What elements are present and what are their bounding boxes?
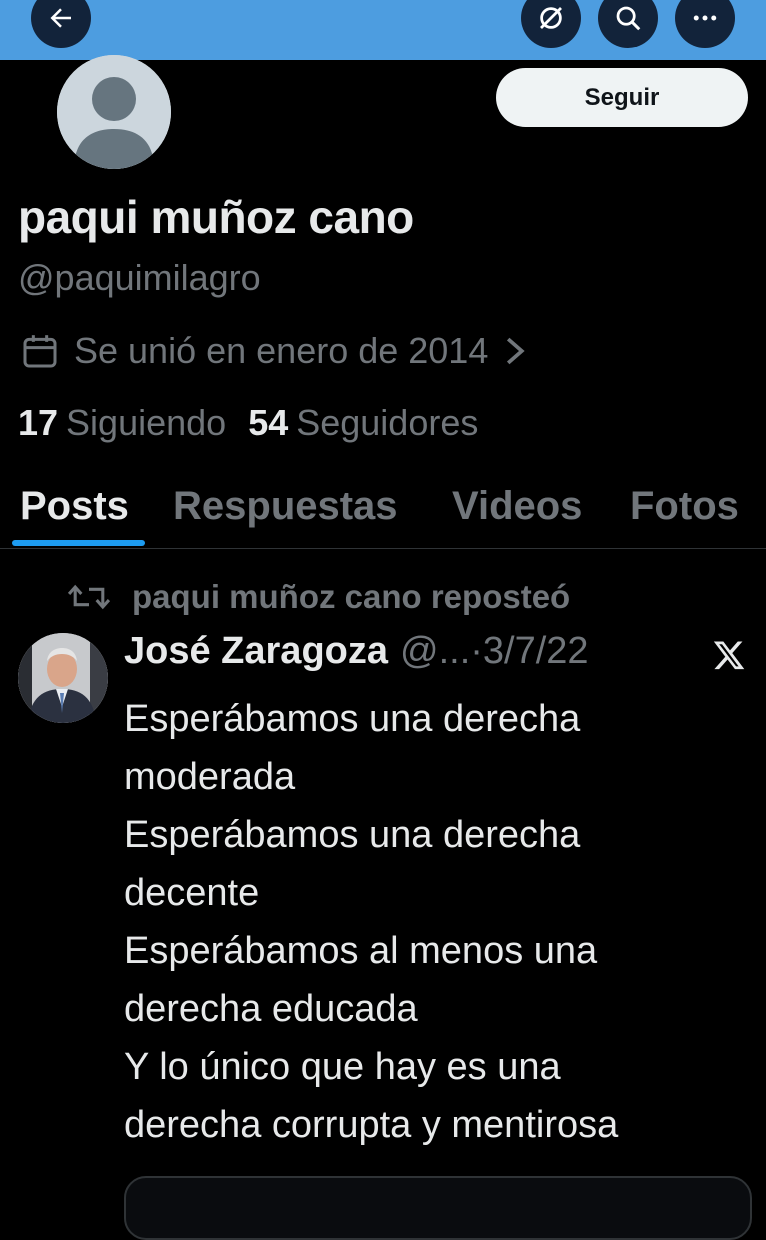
following-count: 17 bbox=[18, 402, 59, 443]
profile-handle: @paquimilagro bbox=[18, 257, 261, 298]
post-header: José Zaragoza @... ·3/7/22 bbox=[124, 630, 589, 673]
post-line: Esperábamos una derecha bbox=[124, 814, 581, 856]
tab-posts[interactable]: Posts bbox=[20, 484, 129, 529]
profile-avatar[interactable] bbox=[57, 55, 171, 169]
post-line: Y lo único que hay es una bbox=[124, 1046, 561, 1088]
profile-tabs: Posts Respuestas Videos Fotos bbox=[0, 478, 766, 549]
media-card[interactable] bbox=[124, 1176, 752, 1240]
follow-button[interactable]: Seguir bbox=[496, 68, 748, 127]
profile-name: paqui muñoz cano bbox=[18, 191, 414, 243]
arrow-left-icon bbox=[50, 8, 71, 28]
followers-label: Seguidores bbox=[296, 402, 479, 443]
grok-button[interactable] bbox=[521, 0, 581, 48]
post-line: derecha educada bbox=[124, 988, 418, 1030]
more-button[interactable] bbox=[675, 0, 735, 48]
following-link[interactable]: 17 Siguiendo bbox=[18, 402, 226, 444]
post-text: Esperábamos una derecha moderada Esperáb… bbox=[124, 690, 744, 1154]
tab-respuestas[interactable]: Respuestas bbox=[173, 484, 398, 529]
follow-stats: 17 Siguiendo 54 Seguidores bbox=[18, 402, 478, 444]
author-avatar[interactable] bbox=[18, 633, 108, 723]
search-icon bbox=[616, 6, 641, 31]
tab-videos[interactable]: Videos bbox=[452, 484, 582, 529]
repost-icon bbox=[67, 584, 111, 610]
calendar-icon bbox=[23, 335, 57, 368]
post-line: derecha corrupta y mentirosa bbox=[124, 1104, 619, 1146]
grok-icon bbox=[540, 7, 562, 29]
tab-fotos[interactable]: Fotos bbox=[630, 484, 739, 529]
search-button[interactable] bbox=[598, 0, 658, 48]
followers-link[interactable]: 54 Seguidores bbox=[248, 402, 478, 444]
post-line: Esperábamos al menos una bbox=[124, 930, 598, 972]
followers-count: 54 bbox=[248, 402, 289, 443]
author-photo bbox=[18, 633, 108, 723]
post-author[interactable]: José Zaragoza bbox=[124, 630, 388, 673]
joined-date[interactable]: Se unió en enero de 2014 bbox=[20, 330, 528, 372]
post-line: moderada bbox=[124, 756, 296, 798]
top-bar bbox=[0, 0, 766, 60]
chevron-right-icon bbox=[507, 337, 525, 365]
following-label: Siguiendo bbox=[66, 402, 227, 443]
x-logo-icon bbox=[713, 641, 745, 670]
repost-text: paqui muñoz cano reposteó bbox=[132, 578, 571, 615]
post-date[interactable]: ·3/7/22 bbox=[470, 630, 588, 673]
more-icon bbox=[693, 15, 717, 21]
repost-indicator: paqui muñoz cano reposteó bbox=[66, 578, 570, 616]
post-handle[interactable]: @... bbox=[400, 630, 470, 673]
default-avatar-icon bbox=[57, 55, 171, 169]
back-button[interactable] bbox=[31, 0, 91, 48]
joined-text: Se unió en enero de 2014 bbox=[74, 330, 489, 371]
post-line: Esperábamos una derecha bbox=[124, 698, 581, 740]
post-line: decente bbox=[124, 872, 260, 914]
active-tab-indicator bbox=[12, 540, 145, 546]
